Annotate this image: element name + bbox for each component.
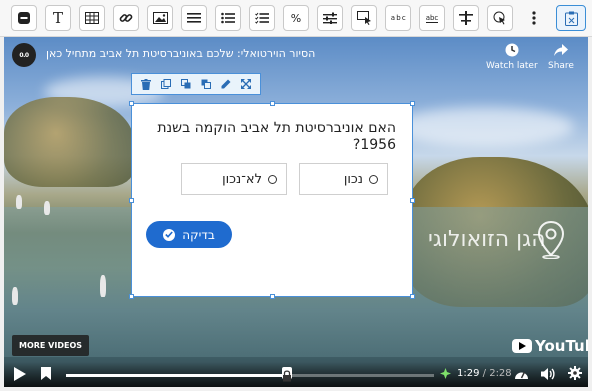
- bird: [100, 275, 106, 297]
- link-icon[interactable]: [113, 5, 139, 31]
- text-icon[interactable]: T: [45, 5, 71, 31]
- image-icon[interactable]: [147, 5, 173, 31]
- radio-icon[interactable]: [369, 174, 378, 184]
- share-icon: [553, 44, 568, 56]
- location-watermark: הגן הזואולוגי: [428, 227, 546, 252]
- paste-icon[interactable]: [556, 5, 586, 31]
- minus-box-icon[interactable]: [11, 5, 37, 31]
- resize-handle[interactable]: [270, 294, 275, 299]
- youtube-play-icon: [512, 339, 532, 353]
- video-title[interactable]: הסיור הוירטואלי: שלכם באוניברסיטת תל אבי…: [46, 47, 315, 60]
- element-toolbar: [131, 73, 261, 95]
- resize-handle[interactable]: [129, 294, 134, 299]
- time-display: 1:29 / 2:28: [457, 368, 512, 379]
- volume-icon[interactable]: [541, 367, 556, 381]
- bookmark-icon[interactable]: [41, 367, 51, 380]
- numbered-list-icon[interactable]: [215, 5, 241, 31]
- bird: [12, 287, 18, 305]
- quiz-card[interactable]: האם אוניברסיטת תל אביב הוקמה בשנת 1956? …: [129, 101, 415, 299]
- answer-option-false[interactable]: לא־נכון: [181, 163, 287, 195]
- bird: [16, 195, 22, 209]
- youtube-logo[interactable]: YouTube: [512, 337, 588, 355]
- divider-icon[interactable]: [453, 5, 479, 31]
- edit-pencil-icon[interactable]: [220, 78, 232, 90]
- trees: [4, 97, 134, 187]
- percent-icon[interactable]: %: [283, 5, 309, 31]
- play-icon[interactable]: [14, 367, 26, 381]
- answer-option-true[interactable]: נכון: [299, 163, 388, 195]
- check-circle-icon: [163, 228, 176, 241]
- channel-logo[interactable]: 0.0: [12, 43, 36, 67]
- resize-handle[interactable]: [410, 198, 415, 203]
- interaction-marker-icon[interactable]: [440, 368, 451, 379]
- checklist-icon[interactable]: [249, 5, 275, 31]
- resize-handle[interactable]: [270, 101, 275, 106]
- speedometer-icon[interactable]: [514, 367, 529, 381]
- check-button[interactable]: בדיקה: [146, 221, 232, 248]
- progress-marker[interactable]: [282, 367, 293, 382]
- resize-handle[interactable]: [129, 101, 134, 106]
- cloud: [394, 107, 574, 147]
- radio-icon[interactable]: [268, 174, 277, 184]
- resize-handle[interactable]: [129, 198, 134, 203]
- hotspot-icon[interactable]: [487, 5, 513, 31]
- progress-bar[interactable]: [66, 367, 434, 382]
- resize-handle[interactable]: [410, 294, 415, 299]
- sliders-icon[interactable]: [317, 5, 343, 31]
- more-videos-button[interactable]: MORE VIDEOS: [12, 335, 90, 356]
- fullscreen-icon[interactable]: [240, 78, 252, 90]
- bring-front-icon[interactable]: [180, 78, 192, 90]
- clock-icon: [505, 43, 519, 57]
- settings-gear-icon[interactable]: [568, 366, 582, 380]
- more-vertical-icon[interactable]: [521, 5, 547, 31]
- location-pin-icon: [538, 221, 564, 259]
- quiz-question: האם אוניברסיטת תל אביב הוקמה בשנת 1956?: [157, 120, 396, 153]
- bulleted-list-icon[interactable]: [181, 5, 207, 31]
- tooltip-icon[interactable]: [351, 5, 377, 31]
- trash-icon[interactable]: [140, 78, 152, 90]
- send-back-icon[interactable]: [200, 78, 212, 90]
- table-icon[interactable]: [79, 5, 105, 31]
- lock-icon: [283, 370, 292, 382]
- bird: [44, 201, 50, 215]
- fill-blank-icon[interactable]: abc: [419, 5, 445, 31]
- watch-later-button[interactable]: Watch later: [486, 43, 538, 71]
- share-button[interactable]: Share: [548, 43, 574, 71]
- drag-text-icon[interactable]: a b c: [385, 5, 411, 31]
- editor-toolbar: T % a b c abc: [0, 0, 592, 37]
- copy-icon[interactable]: [160, 78, 172, 90]
- player-controls: 1:29 / 2:28: [4, 362, 588, 387]
- progress-fill: [66, 374, 288, 377]
- resize-handle[interactable]: [410, 101, 415, 106]
